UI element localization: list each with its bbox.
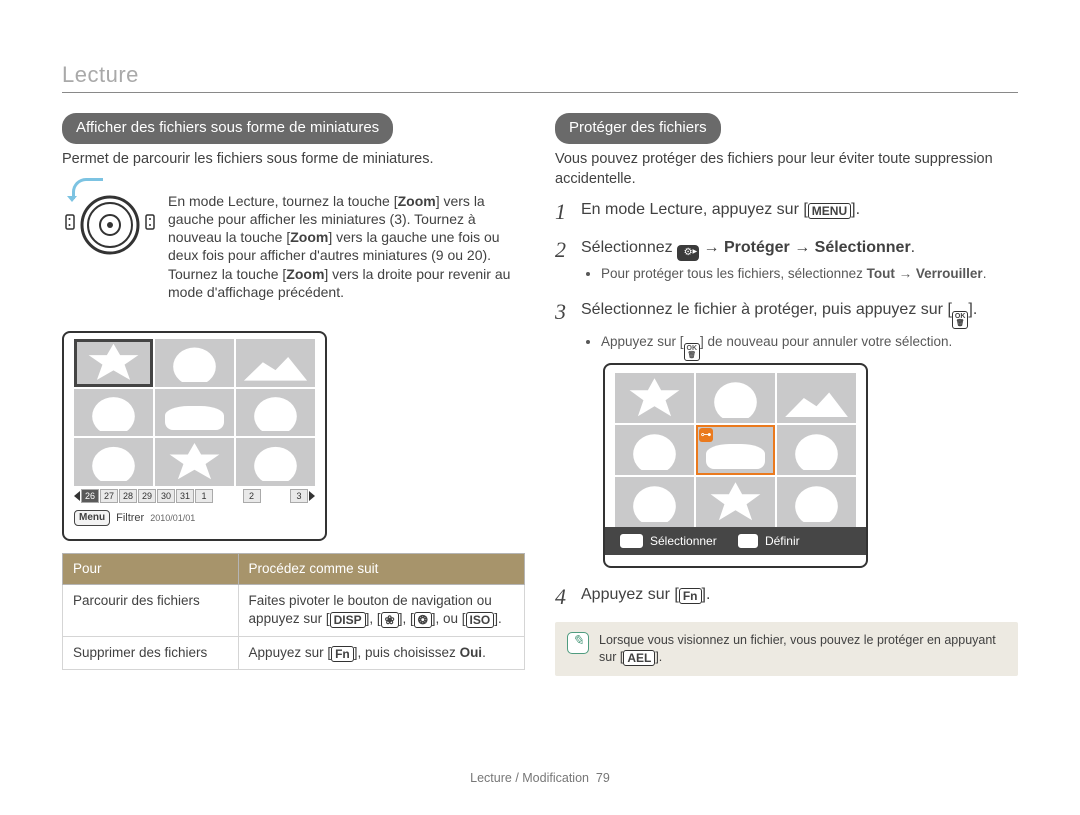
table-header-pour: Pour (63, 553, 239, 584)
thumbnail (155, 339, 234, 387)
section-heading-thumbnails: Afficher des fichiers sous forme de mini… (62, 113, 393, 144)
define-label: Définir (765, 533, 800, 549)
thumbnail (155, 438, 234, 486)
thumbnail (236, 438, 315, 486)
thumbnail (236, 339, 315, 387)
section-heading-protect: Protéger des fichiers (555, 113, 721, 144)
timer-button-icon: ❂ (414, 612, 432, 628)
step-2-bullet: Pour protéger tous les fichiers, sélecti… (601, 265, 1018, 283)
table-cell: Appuyez sur [Fn], puis choisissez Oui. (238, 636, 524, 669)
scroll-left-icon (74, 491, 80, 501)
thumbnail (615, 425, 694, 475)
ok-button-icon: OK (619, 533, 644, 549)
instructions-table: Pour Procédez comme suit Parcourir des f… (62, 553, 525, 670)
thumbnail-selected (74, 339, 153, 387)
note-icon: ✎ (567, 632, 589, 654)
date-label: 2010/01/01 (150, 512, 195, 524)
macro-button-icon: ❀ (381, 612, 399, 628)
thumbnail (74, 389, 153, 437)
step-3: Sélectionnez le fichier à protéger, puis… (555, 299, 1018, 568)
table-cell: Faites pivoter le bouton de navigation o… (238, 585, 524, 636)
protect-intro: Vous pouvez protéger des fichiers pour l… (555, 150, 1018, 189)
thumbnail (155, 389, 234, 437)
thumbnail (236, 389, 315, 437)
playback-settings-icon: ⚙ (677, 245, 699, 261)
thumbnail (74, 438, 153, 486)
page-title: Lecture (62, 62, 1018, 93)
thumbnail-selected-locked: ⊶ (696, 425, 775, 475)
table-cell: Parcourir des fichiers (63, 585, 239, 636)
thumbnail (615, 373, 694, 423)
thumbnail (777, 373, 856, 423)
camera-screen-thumbnails: 26 27 28 29 30 31 1 2 3 Menu Filtrer 20 (62, 331, 327, 541)
thumbnail (777, 477, 856, 527)
thumbnail (696, 373, 775, 423)
thumbnail (777, 425, 856, 475)
menu-button-icon: Menu (74, 510, 110, 526)
note-box: ✎ Lorsque vous visionnez un fichier, vou… (555, 622, 1018, 676)
step-1: En mode Lecture, appuyez sur [MENU]. (555, 199, 1018, 221)
note-text: Lorsque vous visionnez un fichier, vous … (599, 632, 1006, 666)
fn-button-icon: Fn (331, 646, 354, 662)
page-footer: Lecture / Modification 79 (0, 771, 1080, 785)
disp-button-icon: DISP (330, 612, 366, 628)
scroll-right-icon (309, 491, 315, 501)
fn-button-icon: Fn (679, 588, 702, 604)
select-label: Sélectionner (650, 533, 717, 549)
protect-steps: En mode Lecture, appuyez sur [MENU]. Sél… (555, 199, 1018, 605)
left-column: Afficher des fichiers sous forme de mini… (62, 113, 525, 676)
lock-icon: ⊶ (699, 428, 713, 442)
iso-button-icon: ISO (466, 612, 495, 628)
ok-delete-button-icon: OK🗑 (952, 311, 969, 329)
step-2: Sélectionnez ⚙ → Protéger → Sélectionner… (555, 237, 1018, 283)
ok-delete-button-icon: OK🗑 (684, 343, 701, 361)
thumbnail (696, 477, 775, 527)
camera-screen-protect: ⊶ OK Sélectionner Fn Définir (603, 363, 868, 568)
thumbnails-intro: Permet de parcourir les fichiers sous fo… (62, 150, 525, 170)
step-4: Appuyez sur [Fn]. (555, 584, 1018, 606)
table-header-procedez: Procédez comme suit (238, 553, 524, 584)
fn-button-icon: Fn (737, 533, 759, 549)
ael-button-icon: AEL (623, 650, 655, 666)
filmstrip: 26 27 28 29 30 31 1 2 3 (64, 486, 325, 506)
dial-paragraph: En mode Lecture, tournez la touche [Zoom… (168, 192, 525, 301)
dial-illustration (62, 178, 158, 257)
step-3-bullet: Appuyez sur [OK🗑] de nouveau pour annule… (601, 333, 1018, 361)
table-cell: Supprimer des fichiers (63, 636, 239, 669)
filter-label: Filtrer (116, 511, 144, 526)
menu-button-icon: MENU (808, 203, 851, 219)
dial-icon (62, 193, 158, 257)
thumbnail (615, 477, 694, 527)
right-column: Protéger des fichiers Vous pouvez protég… (555, 113, 1018, 676)
